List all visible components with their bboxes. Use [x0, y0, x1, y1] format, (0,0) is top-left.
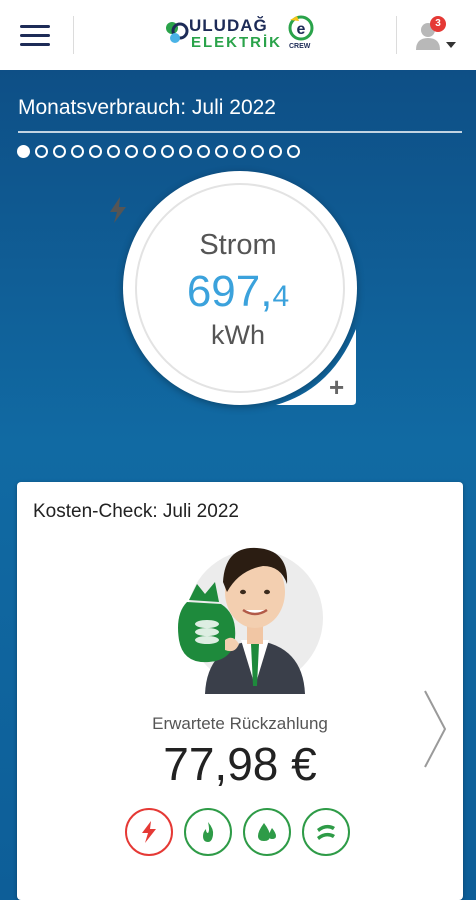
crew-e-icon: e: [288, 15, 314, 41]
lightning-icon: [110, 197, 126, 223]
water-button[interactable]: [243, 808, 291, 856]
page-dot[interactable]: [215, 145, 228, 158]
consumption-value: 697,4: [186, 267, 290, 316]
page-dot[interactable]: [287, 145, 300, 158]
page-dot[interactable]: [89, 145, 102, 158]
page-dot[interactable]: [251, 145, 264, 158]
wind-wave-icon: [317, 824, 335, 840]
page-dot[interactable]: [35, 145, 48, 158]
user-profile-button[interactable]: 3: [414, 16, 462, 56]
plus-icon: +: [329, 372, 345, 402]
header-divider-right: [396, 16, 397, 54]
header-divider-left: [73, 16, 74, 54]
logo-text-bottom: ELEKTRİK: [191, 34, 282, 51]
logo-mark-icon: [166, 22, 189, 43]
app-header: ULUDAĞ ELEKTRİK e CREW 3: [0, 0, 476, 70]
water-drop-icon: [258, 823, 276, 841]
page-dot[interactable]: [53, 145, 66, 158]
hamburger-menu-icon[interactable]: [18, 20, 54, 50]
businessman-money-illustration: [178, 547, 323, 694]
flame-icon: [203, 822, 214, 842]
heat-button[interactable]: [302, 808, 350, 856]
svg-text:e: e: [297, 21, 306, 38]
page-dot[interactable]: [125, 145, 138, 158]
page-dot[interactable]: [107, 145, 120, 158]
energy-type-label: Strom: [199, 229, 277, 261]
consumption-title: Monatsverbrauch: Juli 2022: [18, 96, 276, 119]
chevron-right-icon[interactable]: [421, 687, 449, 771]
logo-crew-text: CREW: [289, 43, 311, 50]
page-dot[interactable]: [197, 145, 210, 158]
consumption-unit: kWh: [211, 320, 265, 350]
refund-label: Erwartete Rückzahlung: [152, 714, 328, 733]
page-dot[interactable]: [161, 145, 174, 158]
cost-check-title: Kosten-Check: Juli 2022: [33, 501, 239, 522]
lightning-icon: [142, 821, 156, 843]
logo-text-top: ULUDAĞ: [189, 16, 268, 35]
page-dot[interactable]: [143, 145, 156, 158]
page-dot[interactable]: [179, 145, 192, 158]
gas-button[interactable]: [184, 808, 232, 856]
page-dot[interactable]: [17, 145, 30, 158]
page-dot[interactable]: [233, 145, 246, 158]
cost-check-card: Kosten-Check: Juli 2022 Erwartete Rückza…: [17, 482, 463, 900]
title-underline: [18, 131, 462, 133]
electricity-button[interactable]: [125, 808, 173, 856]
page-dot[interactable]: [269, 145, 282, 158]
refund-value: 77,98 €: [163, 738, 317, 790]
notification-badge: 3: [430, 16, 446, 32]
page-indicator: [17, 145, 300, 159]
uludag-elektrik-logo: ULUDAĞ ELEKTRİK e CREW: [163, 14, 321, 56]
page-dot[interactable]: [71, 145, 84, 158]
